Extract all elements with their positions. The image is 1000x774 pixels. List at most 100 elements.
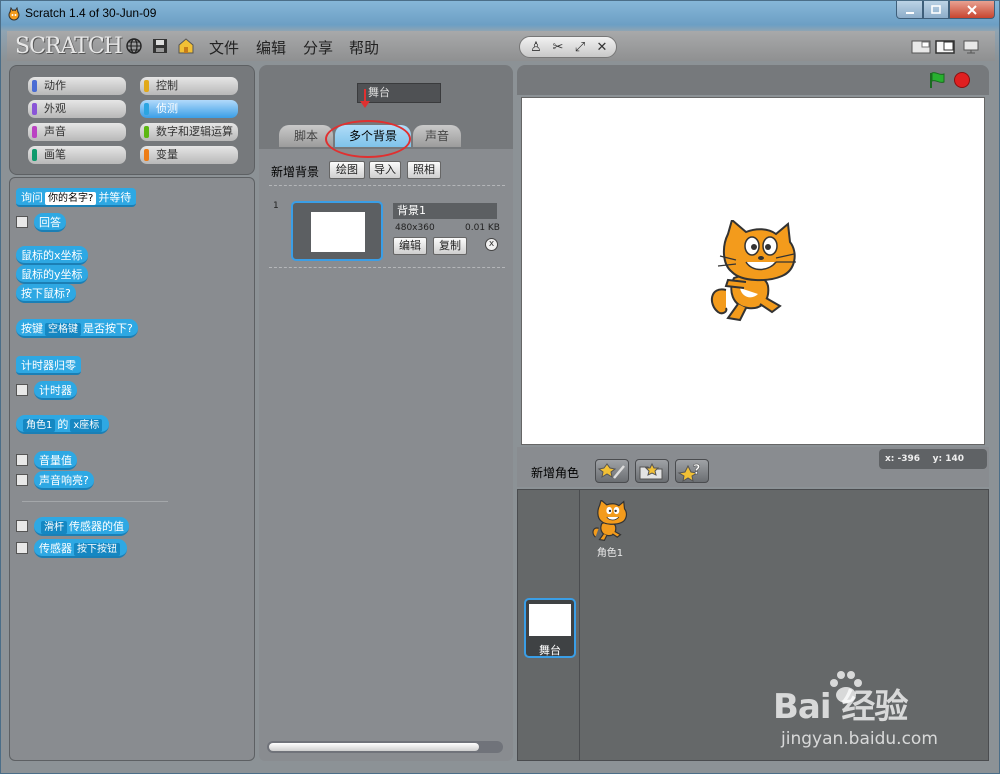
block-key-pressed[interactable]: 按键 空格键 是否按下? xyxy=(16,319,138,338)
object-name-field[interactable]: 舞台 xyxy=(357,83,441,103)
category-control[interactable]: 控制 xyxy=(140,77,238,95)
category-label: 动作 xyxy=(44,79,66,92)
shrink-icon[interactable]: ✕ xyxy=(594,40,610,56)
copy-costume-button[interactable]: 复制 xyxy=(433,237,467,255)
y-label: y: xyxy=(932,454,943,464)
costume-name-field[interactable]: 背景1 xyxy=(393,203,497,219)
watermark-url: jingyan.baidu.com xyxy=(781,729,938,749)
key-dropdown[interactable]: 空格键 xyxy=(45,323,81,336)
svg-text:?: ? xyxy=(693,463,701,478)
category-sensing[interactable]: 侦测 xyxy=(140,100,238,118)
category-label: 数字和逻辑运算 xyxy=(156,125,233,138)
block-reset-timer[interactable]: 计时器归零 xyxy=(16,356,81,375)
close-button[interactable] xyxy=(949,1,995,19)
horizontal-scrollbar[interactable] xyxy=(267,741,503,753)
category-color-bar xyxy=(32,80,37,92)
share-icon[interactable] xyxy=(177,37,195,55)
sprite-thumbnail[interactable]: 角色1 xyxy=(586,500,634,560)
scrollbar-thumb[interactable] xyxy=(269,743,479,751)
maximize-button[interactable] xyxy=(923,1,949,19)
menu-edit[interactable]: 编辑 xyxy=(256,37,286,58)
new-background-label: 新增背景 xyxy=(271,165,320,179)
block-text: 并等待 xyxy=(98,191,132,204)
stage-footer: x: -396 y: 140 新增角色 ? xyxy=(517,447,989,487)
block-loud[interactable]: 声音响亮? xyxy=(34,471,94,490)
category-pen[interactable]: 画笔 xyxy=(28,146,126,164)
green-flag-icon[interactable] xyxy=(927,71,947,89)
paint-new-sprite-button[interactable] xyxy=(595,459,629,483)
checkbox-sensor-value[interactable] xyxy=(16,520,28,532)
sensor-dropdown[interactable]: 滑杆 xyxy=(41,521,67,534)
block-loudness[interactable]: 音量值 xyxy=(34,451,77,470)
checkbox-timer[interactable] xyxy=(16,384,28,396)
checkbox-loud[interactable] xyxy=(16,474,28,486)
menu-file[interactable]: 文件 xyxy=(209,37,239,58)
scratch-cat-icon xyxy=(592,500,628,542)
baidu-watermark: Bai 经验 jingyan.baidu.com xyxy=(773,665,993,757)
block-mouse-down[interactable]: 按下鼠标? xyxy=(16,284,76,303)
block-mouse-x[interactable]: 鼠标的x坐标 xyxy=(16,246,88,265)
block-timer[interactable]: 计时器 xyxy=(34,381,77,400)
small-stage-mode-icon[interactable] xyxy=(911,40,931,54)
import-button[interactable]: 导入 xyxy=(369,161,401,179)
scratch-logo: SCRATCH xyxy=(15,34,123,59)
sensor-button-dropdown[interactable]: 按下按钮 xyxy=(74,543,120,556)
checkbox-answer[interactable] xyxy=(16,216,28,228)
costume-thumbnail[interactable] xyxy=(291,201,383,261)
costume-filesize: 0.01 KB xyxy=(465,223,500,233)
stage-canvas[interactable] xyxy=(521,97,985,445)
scratch-cat-sprite[interactable] xyxy=(706,220,802,324)
category-motion[interactable]: 动作 xyxy=(28,77,126,95)
block-input[interactable]: 你的名字? xyxy=(45,192,97,205)
x-value: -396 xyxy=(897,454,921,464)
y-value: 140 xyxy=(945,454,965,464)
stop-icon[interactable] xyxy=(953,71,971,89)
block-ask-and-wait[interactable]: 询问 你的名字? 并等待 xyxy=(16,188,137,207)
edit-costume-button[interactable]: 编辑 xyxy=(393,237,427,255)
attribute-dropdown[interactable]: x座标 xyxy=(70,419,103,432)
block-sensor-button[interactable]: 传感器 按下按钮 xyxy=(34,539,127,558)
sprite-tools: ♙ ✂ ⤢ ✕ xyxy=(519,36,617,58)
block-attribute-of[interactable]: 角色1 的 x座标 xyxy=(16,415,110,434)
checkbox-loudness[interactable] xyxy=(16,454,28,466)
grow-icon[interactable]: ⤢ xyxy=(572,40,588,56)
stage-thumbnail[interactable]: 舞台 xyxy=(524,598,576,658)
globe-icon[interactable] xyxy=(125,37,143,55)
save-icon[interactable] xyxy=(151,37,169,55)
block-sensor-value[interactable]: 滑杆 传感器的值 xyxy=(34,517,129,536)
normal-stage-mode-icon[interactable] xyxy=(935,40,955,54)
annotation-arrow-head xyxy=(360,101,370,108)
paint-button[interactable]: 绘图 xyxy=(329,161,365,179)
category-operators[interactable]: 数字和逻辑运算 xyxy=(140,123,238,141)
category-sound[interactable]: 声音 xyxy=(28,123,126,141)
random-sprite-button[interactable]: ? xyxy=(675,459,709,483)
duplicate-stamp-icon[interactable]: ♙ xyxy=(528,40,544,56)
block-text: 是否按下? xyxy=(83,322,133,335)
presentation-mode-icon[interactable] xyxy=(961,40,981,54)
block-answer[interactable]: 回答 xyxy=(34,213,66,232)
x-label: x: xyxy=(885,454,895,464)
block-text: 询问 xyxy=(21,191,43,204)
stage-toolbar xyxy=(517,65,989,95)
category-variables[interactable]: 变量 xyxy=(140,146,238,164)
menu-bar: SCRATCH 文件 编辑 分享 帮助 ♙ ✂ ⤢ ✕ xyxy=(7,31,995,61)
watermark-brand: Bai 经验 xyxy=(773,687,908,727)
menu-share[interactable]: 分享 xyxy=(303,37,333,58)
menu-help[interactable]: 帮助 xyxy=(349,37,379,58)
folder-sprite-icon xyxy=(639,462,663,480)
category-panel: 动作 控制 外观 侦测 声音 数字和逻辑运算 画笔 变量 xyxy=(9,65,255,175)
choose-sprite-file-button[interactable] xyxy=(635,459,669,483)
checkbox-sensor-button[interactable] xyxy=(16,542,28,554)
delete-costume-icon[interactable]: x xyxy=(485,238,498,251)
minimize-button[interactable] xyxy=(896,1,923,19)
category-color-bar xyxy=(32,103,37,115)
tab-sounds[interactable]: 声音 xyxy=(413,125,461,147)
delete-scissors-icon[interactable]: ✂ xyxy=(550,40,566,56)
category-label: 控制 xyxy=(156,79,178,92)
category-looks[interactable]: 外观 xyxy=(28,100,126,118)
camera-button[interactable]: 照相 xyxy=(407,161,441,179)
category-color-bar xyxy=(32,126,37,138)
block-mouse-y[interactable]: 鼠标的y坐标 xyxy=(16,265,88,284)
window-title: Scratch 1.4 of 30-Jun-09 xyxy=(25,6,157,20)
sprite-dropdown[interactable]: 角色1 xyxy=(23,419,56,432)
